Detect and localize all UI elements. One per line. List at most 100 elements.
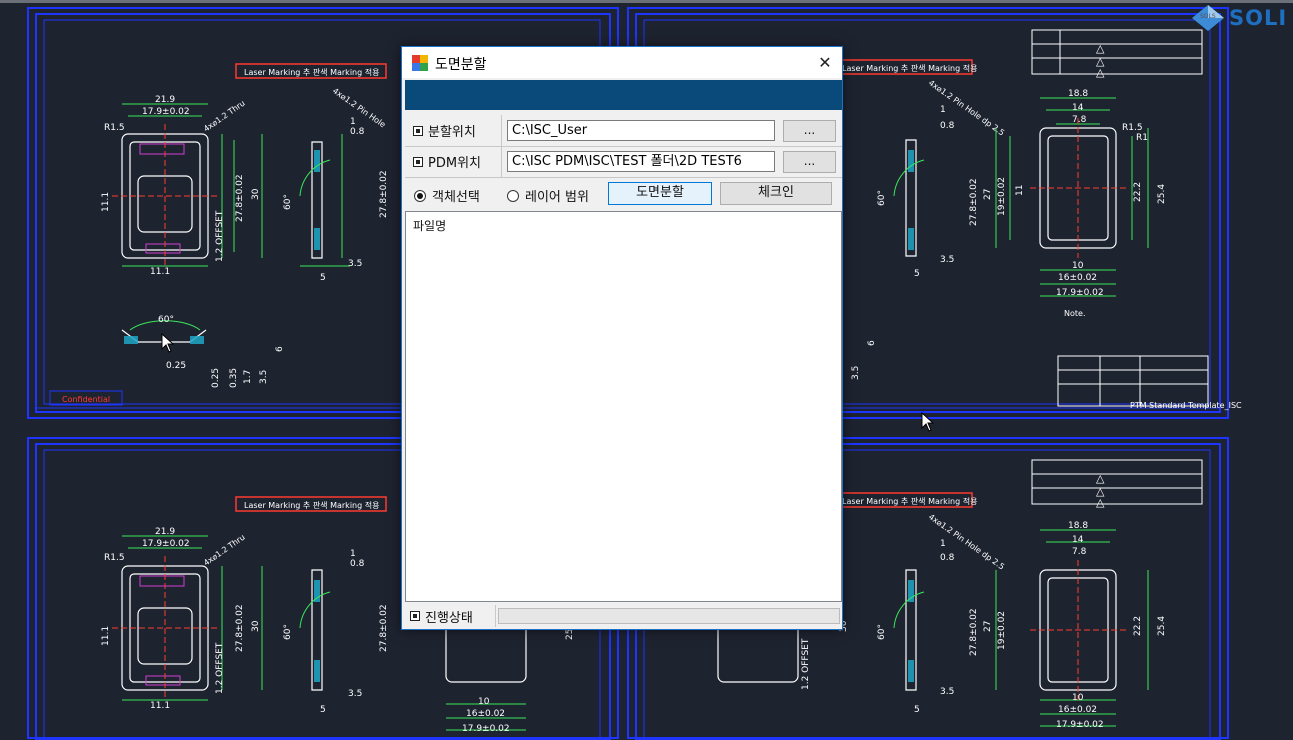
svg-text:0.8: 0.8 <box>350 127 365 137</box>
svg-text:21.9: 21.9 <box>155 95 175 105</box>
svg-text:16±0.02: 16±0.02 <box>1058 705 1097 715</box>
svg-text:Confidential: Confidential <box>62 395 110 404</box>
split-location-input[interactable]: C:\ISC_User <box>507 120 775 141</box>
pdm-location-input[interactable]: C:\ISC PDM\ISC\TEST 폴더\2D TEST6 <box>507 151 775 172</box>
logo-small-text: SOLS <box>1200 13 1216 20</box>
svg-text:△: △ <box>1096 42 1105 55</box>
split-location-checkbox[interactable] <box>413 125 423 136</box>
svg-text:17.9±0.02: 17.9±0.02 <box>142 539 190 549</box>
object-select-radio-dot[interactable] <box>414 189 426 202</box>
svg-text:4x⌀1.2 Thru: 4x⌀1.2 Thru <box>202 533 247 568</box>
layer-range-label: 레이어 범위 <box>525 190 589 205</box>
svg-text:10: 10 <box>478 697 490 707</box>
svg-text:Laser Marking 추 판색 Marking 적용: Laser Marking 추 판색 Marking 적용 <box>842 496 977 506</box>
svg-text:0.8: 0.8 <box>350 559 365 569</box>
svg-text:17.9±0.02: 17.9±0.02 <box>142 107 190 117</box>
svg-text:R1: R1 <box>1136 133 1148 143</box>
svg-text:1: 1 <box>940 539 946 549</box>
svg-text:19±0.02: 19±0.02 <box>997 611 1007 650</box>
split-location-browse-button[interactable]: ... <box>783 120 836 142</box>
mouse-cursor-icon <box>921 412 935 432</box>
svg-text:Laser Marking 추 판색 Marking 적용: Laser Marking 추 판색 Marking 적용 <box>244 67 379 77</box>
svg-text:30: 30 <box>251 620 261 632</box>
svg-text:0.8: 0.8 <box>940 553 955 563</box>
svg-text:3.5: 3.5 <box>348 689 362 699</box>
grid-app-icon <box>412 55 428 71</box>
svg-text:△: △ <box>1096 496 1105 509</box>
split-drawing-dialog: 도면분할 ✕ 분할위치 C:\ISC_User ... PDM위치 C:\ISC… <box>401 46 843 630</box>
svg-text:60°: 60° <box>283 624 293 640</box>
svg-text:1.2 OFFSET: 1.2 OFFSET <box>215 210 225 262</box>
svg-text:60°: 60° <box>877 624 887 640</box>
split-location-label-cell[interactable]: 분할위치 <box>405 115 502 146</box>
progress-bar <box>498 608 840 624</box>
dialog-titlebar[interactable]: 도면분할 ✕ <box>402 47 842 78</box>
pdm-location-label-cell[interactable]: PDM위치 <box>405 146 502 177</box>
layer-range-radio-dot[interactable] <box>507 189 519 202</box>
svg-text:27: 27 <box>983 621 993 632</box>
progress-status-label-cell: 진행상태 <box>405 605 496 627</box>
svg-text:6: 6 <box>867 340 877 346</box>
pdm-location-label: PDM위치 <box>428 156 481 171</box>
svg-text:7.8: 7.8 <box>1072 115 1087 125</box>
svg-text:60°: 60° <box>283 194 293 210</box>
svg-text:1.7: 1.7 <box>243 370 253 384</box>
svg-text:1.2 OFFSET: 1.2 OFFSET <box>215 642 225 694</box>
svg-text:3.5: 3.5 <box>940 255 954 265</box>
svg-text:21.9: 21.9 <box>155 527 175 537</box>
svg-text:27.8±0.02: 27.8±0.02 <box>379 170 389 218</box>
progress-status-label: 진행상태 <box>425 610 473 626</box>
svg-text:0.25: 0.25 <box>211 368 221 388</box>
logo-text: SOLI <box>1229 6 1288 30</box>
svg-text:22.2: 22.2 <box>1133 616 1143 636</box>
options-row: 객체선택 레이어 범위 도면분할 체크인 <box>405 178 842 210</box>
object-select-label: 객체선택 <box>432 190 480 205</box>
svg-text:22.2: 22.2 <box>1133 182 1143 202</box>
split-location-row: 분할위치 C:\ISC_User ... <box>405 115 842 147</box>
svg-text:0.35: 0.35 <box>229 368 239 388</box>
dialog-title: 도면분할 <box>435 57 487 73</box>
svg-text:27: 27 <box>983 189 993 200</box>
mouse-cursor-icon <box>161 333 175 353</box>
svg-text:25.4: 25.4 <box>1157 184 1167 204</box>
svg-text:5: 5 <box>320 705 326 715</box>
svg-text:27.8±0.02: 27.8±0.02 <box>379 604 389 652</box>
svg-text:16±0.02: 16±0.02 <box>1058 273 1097 283</box>
svg-text:18.8: 18.8 <box>1068 521 1088 531</box>
file-list[interactable]: 파일명 <box>405 211 842 602</box>
svg-text:11.1: 11.1 <box>150 701 170 711</box>
svg-text:4x⌀1.2 Thru: 4x⌀1.2 Thru <box>202 99 247 134</box>
checkin-button[interactable]: 체크인 <box>720 182 832 205</box>
svg-text:R1.5: R1.5 <box>104 553 125 563</box>
svg-text:27.8±0.02: 27.8±0.02 <box>969 608 979 656</box>
svg-text:5: 5 <box>914 705 920 715</box>
svg-text:16±0.02: 16±0.02 <box>466 709 505 719</box>
svg-text:10: 10 <box>1072 261 1084 271</box>
svg-text:25.4: 25.4 <box>1157 616 1167 636</box>
pdm-location-browse-button[interactable]: ... <box>783 151 836 173</box>
file-name-column-header[interactable]: 파일명 <box>413 217 446 234</box>
svg-text:1: 1 <box>940 105 946 115</box>
svg-text:17.9±0.02: 17.9±0.02 <box>1056 720 1104 730</box>
svg-text:10: 10 <box>1072 693 1084 703</box>
svg-text:4x⌀1.2 Pin Hole dp 2.5: 4x⌀1.2 Pin Hole dp 2.5 <box>927 78 1006 137</box>
progress-status-checkbox[interactable] <box>410 611 420 621</box>
split-drawing-button[interactable]: 도면분할 <box>608 182 712 205</box>
svg-text:27.8±0.02: 27.8±0.02 <box>235 604 245 652</box>
object-select-radio[interactable]: 객체선택 <box>414 186 480 205</box>
svg-text:25: 25 <box>565 629 575 640</box>
close-icon[interactable]: ✕ <box>808 47 842 78</box>
status-bar: 진행상태 <box>405 605 842 627</box>
svg-text:27.8±0.02: 27.8±0.02 <box>235 174 245 222</box>
svg-text:30: 30 <box>251 188 261 200</box>
svg-text:Note.: Note. <box>1064 309 1085 318</box>
svg-text:19±0.02: 19±0.02 <box>997 177 1007 216</box>
svg-text:6: 6 <box>275 346 285 352</box>
svg-text:PTM Standard Template_ISC: PTM Standard Template_ISC <box>1130 401 1242 410</box>
svg-text:Laser Marking 추 판색 Marking 적용: Laser Marking 추 판색 Marking 적용 <box>842 63 977 73</box>
svg-text:△: △ <box>1096 472 1105 485</box>
pdm-location-checkbox[interactable] <box>413 156 423 167</box>
layer-range-radio[interactable]: 레이어 범위 <box>507 186 589 205</box>
svg-text:18.8: 18.8 <box>1068 89 1088 99</box>
svg-text:△: △ <box>1096 66 1105 79</box>
